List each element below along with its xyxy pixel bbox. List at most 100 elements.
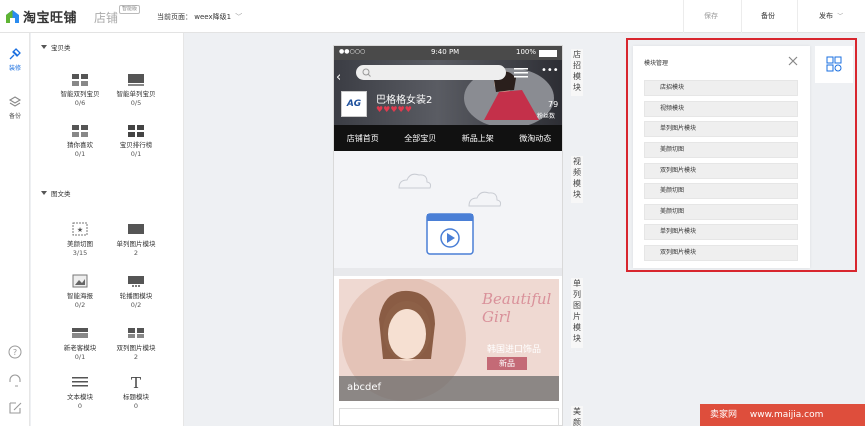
title-t-icon: T [131, 375, 141, 389]
category-toggle[interactable]: 图文类 [41, 188, 71, 198]
widget-name: 单列图片模块 [116, 240, 156, 248]
fans-count: 79 [548, 100, 559, 109]
module-item[interactable]: 店招模块 [644, 80, 798, 96]
widget-count: 3/15 [72, 249, 88, 257]
widget-count: 0/1 [74, 353, 86, 361]
back-chevron-icon[interactable]: ‹ [336, 70, 341, 85]
module-item[interactable]: 美颜切图 [644, 142, 798, 158]
single-column-icon [128, 74, 144, 86]
battery-percent: 100% [516, 48, 537, 56]
store-tab-home[interactable]: 店铺首页 [347, 133, 379, 144]
widget-title[interactable]: T 标题模块 0 [106, 375, 166, 410]
status-bar: ●●○○○ 9:40 PM 100% [334, 46, 562, 60]
widget-count: 0/1 [74, 150, 86, 158]
widget-item-ranking[interactable]: 宝贝排行榜 0/1 [106, 125, 166, 158]
store-header-module[interactable]: ‹ ••• AG 巴格格女装2 ♥♥♥♥♥ 79 粉丝数 [334, 60, 562, 125]
store-tab-weitao[interactable]: 微淘动态 [519, 133, 551, 144]
help-icon[interactable]: ? [7, 344, 23, 360]
more-icon[interactable]: ••• [541, 65, 559, 76]
poster-image-icon [72, 274, 88, 288]
next-module-preview[interactable] [339, 408, 559, 425]
headset-icon[interactable] [7, 372, 23, 388]
widget-name: 新老客模块 [63, 344, 97, 352]
close-icon[interactable] [786, 54, 800, 68]
module-item[interactable]: 美颜切图 [644, 183, 798, 199]
publish-label: 发布 [819, 12, 833, 20]
category-toggle[interactable]: 宝贝类 [41, 42, 71, 52]
layers-icon [8, 96, 22, 107]
search-input[interactable] [356, 65, 506, 80]
module-manage-icon [826, 56, 842, 72]
widget-count: 0/6 [74, 99, 86, 107]
edition-badge: 智能版 [119, 5, 141, 14]
grid-two-column-icon [72, 74, 88, 86]
single-image-icon [128, 224, 144, 234]
module-manager-toggle[interactable] [815, 46, 853, 83]
widget-single-image[interactable]: 单列图片模块 2 [106, 222, 166, 257]
widget-name: 美颜切图 [67, 240, 93, 248]
module-label-beauty[interactable]: 美颜 [571, 406, 583, 426]
nav-label-decorate: 装修 [8, 65, 21, 72]
chevron-down-icon: ﹀ [837, 13, 844, 20]
list-icon[interactable] [514, 67, 528, 79]
save-button[interactable]: 保存 [704, 11, 718, 21]
divider [683, 0, 684, 33]
widget-count: 0/5 [130, 99, 142, 107]
shop-logo-icon [6, 10, 19, 23]
store-tab-new-arrivals[interactable]: 新品上架 [462, 133, 494, 144]
taobao-shop-logo[interactable]: 淘宝旺铺 [5, 7, 77, 26]
brush-icon [9, 48, 21, 60]
store-tab-all-items[interactable]: 全部宝贝 [404, 133, 436, 144]
widget-count: 0/2 [130, 301, 142, 309]
module-label-video[interactable]: 视频模块 [571, 156, 583, 203]
widget-panel: 宝贝类 智能双列宝贝 0/6 智能单列宝贝 0/5 猜你喜欢 0/1 宝贝排行榜… [31, 33, 184, 426]
banner-tag: 新品 [487, 357, 527, 370]
crop-image-icon: ★ [72, 222, 88, 236]
phone-preview: ●●○○○ 9:40 PM 100% ‹ ••• AG 巴格格女装2 ♥♥♥♥♥… [333, 45, 563, 426]
backup-button[interactable]: 备份 [761, 11, 775, 21]
category-title: 宝贝类 [51, 44, 71, 52]
caret-down-icon [41, 191, 47, 195]
module-item[interactable]: 单列图片模块 [644, 224, 798, 240]
banner-script-text: Beautiful Girl [482, 290, 552, 326]
module-item[interactable]: 双列图片模块 [644, 163, 798, 179]
widget-count: 0/2 [74, 301, 86, 309]
svg-text:★: ★ [77, 226, 83, 234]
widget-new-old-customer[interactable]: 新老客模块 0/1 [50, 326, 110, 361]
current-page-value: weex降级1 [194, 13, 232, 21]
current-page-label: 当前页面： [157, 13, 192, 21]
module-item[interactable]: 双列图片模块 [644, 245, 798, 261]
logo-text: 淘宝旺铺 [23, 11, 78, 26]
watermark-url: www.maijia.com [749, 410, 824, 420]
video-module[interactable] [334, 151, 562, 268]
module-item[interactable]: 视频模块 [644, 101, 798, 117]
module-item[interactable]: 美颜切图 [644, 204, 798, 220]
widget-count: 2 [133, 353, 139, 361]
widget-text[interactable]: 文本模块 0 [50, 375, 110, 410]
module-label-store-header[interactable]: 店招模块 [571, 49, 583, 96]
chevron-down-icon: ﹀ [235, 13, 243, 21]
store-nav-bar: 店铺首页 全部宝贝 新品上架 微淘动态 [334, 125, 562, 151]
current-page-selector[interactable]: 当前页面： weex降级1 ﹀ [157, 12, 242, 22]
single-image-module[interactable]: Beautiful Girl 韩国进口饰品 新品 abcdef [339, 279, 559, 401]
widget-smart-poster[interactable]: 智能海报 0/2 [50, 274, 110, 309]
widget-count: 0/1 [130, 150, 142, 158]
nav-item-backup[interactable]: 备份 [0, 95, 30, 120]
widget-name: 智能海报 [67, 292, 93, 300]
widget-guess-you-like[interactable]: 猜你喜欢 0/1 [50, 125, 110, 158]
banner-caption: abcdef [347, 382, 381, 393]
widget-smart-double-item[interactable]: 智能双列宝贝 0/6 [50, 74, 110, 107]
module-item[interactable]: 单列图片模块 [644, 121, 798, 137]
widget-carousel[interactable]: 轮播图模块 0/2 [106, 274, 166, 309]
edit-icon[interactable] [7, 400, 23, 416]
left-nav: 装修 备份 ? [0, 33, 30, 426]
split-image-icon [72, 328, 88, 338]
widget-beauty-slice[interactable]: ★ 美颜切图 3/15 [50, 222, 110, 257]
nav-item-decorate[interactable]: 装修 [0, 47, 30, 72]
module-label-single-image[interactable]: 单列图片模块 [571, 278, 583, 348]
widget-double-image[interactable]: 双列图片模块 2 [106, 326, 166, 361]
widget-smart-single-item[interactable]: 智能单列宝贝 0/5 [106, 74, 166, 107]
widget-count: 0 [77, 402, 83, 410]
publish-button[interactable]: 发布 ﹀ [819, 11, 843, 21]
search-icon [362, 68, 371, 77]
